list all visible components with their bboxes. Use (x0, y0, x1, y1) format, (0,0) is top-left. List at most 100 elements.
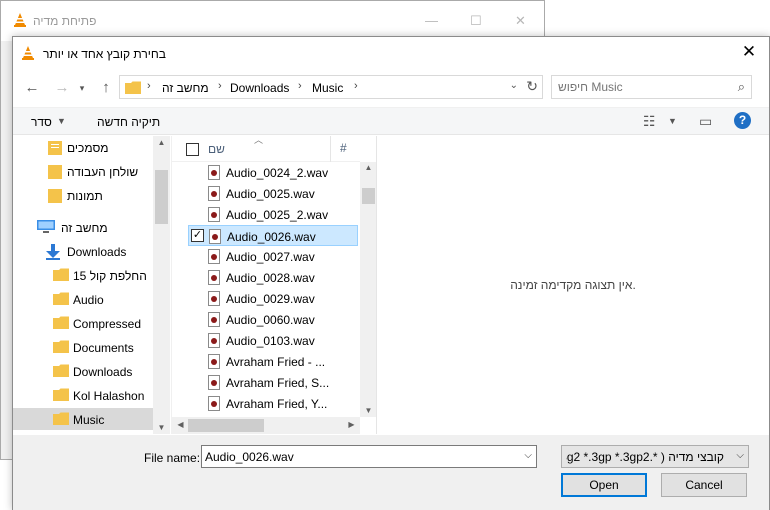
download-arrow-icon (45, 244, 61, 263)
column-divider[interactable] (330, 136, 331, 162)
file-row[interactable]: Audio_0028.wav (188, 267, 358, 288)
file-row[interactable]: Audio_0103.wav (188, 330, 358, 351)
help-icon[interactable]: ? (734, 112, 751, 129)
view-options-chevron-icon[interactable]: ▼ (668, 116, 677, 126)
file-name: Audio_0029.wav (226, 292, 315, 306)
file-row[interactable]: ✓ Audio_0026.wav (188, 225, 358, 246)
scroll-left-arrow-icon[interactable]: ◀ (172, 420, 189, 429)
dialog-close-icon[interactable]: ✕ (739, 42, 759, 62)
scroll-right-arrow-icon[interactable]: ▶ (343, 420, 360, 429)
file-name: Audio_0028.wav (226, 271, 315, 285)
select-all-checkbox[interactable] (186, 143, 199, 156)
file-row[interactable]: Audio_0024_2.wav (188, 162, 358, 183)
file-row[interactable]: Avraham Fried, S... (188, 372, 358, 393)
nav-item-compressed[interactable]: Compressed (51, 312, 191, 334)
audio-file-icon (208, 207, 220, 222)
preview-pane-icon[interactable]: ▭ (699, 113, 712, 130)
file-list-header: ︿ שם # (172, 135, 360, 162)
back-arrow-icon[interactable]: ← (23, 79, 41, 96)
audio-file-icon (208, 186, 220, 201)
recent-locations-chevron-icon[interactable]: ▾ (73, 83, 91, 94)
file-type-select[interactable]: קובצי מדיה ( *.3g2 *.3gp *.3gp2 ⌵ (561, 445, 749, 468)
folder-icon (53, 292, 69, 308)
background-window-title: פתיחת מדיה (33, 14, 97, 28)
scrollbar-thumb[interactable] (155, 170, 168, 224)
audio-file-icon (209, 229, 221, 244)
breadcrumb-music[interactable]: Music (312, 81, 343, 95)
file-name-input[interactable] (205, 449, 505, 465)
organize-button[interactable]: סדר (31, 115, 52, 129)
breadcrumb-this-pc[interactable]: מחשב זה (162, 81, 209, 95)
cancel-button[interactable]: Cancel (661, 473, 747, 497)
refresh-icon[interactable]: ↻ (526, 78, 538, 95)
file-row[interactable]: Audio_0027.wav (188, 246, 358, 267)
audio-file-icon (208, 291, 220, 306)
row-checkbox[interactable]: ✓ (191, 229, 204, 242)
file-row[interactable]: Avraham Fried, Y... (188, 393, 358, 414)
scrollbar-thumb[interactable] (362, 188, 375, 204)
audio-file-icon (208, 270, 220, 285)
file-name: Audio_0103.wav (226, 334, 315, 348)
forward-arrow-icon[interactable]: → (53, 79, 71, 96)
breadcrumb-separator-icon[interactable]: › (147, 80, 151, 92)
breadcrumb-separator-icon[interactable]: › (354, 80, 358, 92)
file-name-combobox[interactable]: ⌵ (201, 445, 537, 468)
folder-icon (53, 364, 69, 380)
organize-chevron-icon[interactable]: ▼ (57, 116, 66, 126)
file-type-selected-value: קובצי מדיה ( *.3g2 *.3gp *.3gp2 (566, 450, 724, 464)
audio-file-icon (208, 396, 220, 411)
folder-icon (53, 316, 69, 332)
search-input[interactable] (558, 79, 728, 95)
nav-item-kol-halashon[interactable]: Kol Halashon (51, 384, 191, 406)
column-header-number[interactable]: # (340, 141, 347, 155)
breadcrumb-separator-icon[interactable]: › (218, 80, 222, 92)
maximize-icon[interactable]: ☐ (470, 13, 482, 29)
breadcrumb-downloads[interactable]: Downloads (230, 81, 289, 95)
search-box[interactable]: ⌕ (551, 75, 752, 99)
open-button[interactable]: Open (561, 473, 647, 497)
scroll-up-arrow-icon[interactable]: ▲ (360, 163, 377, 172)
file-name: Audio_0024_2.wav (226, 166, 329, 180)
address-history-chevron-icon[interactable]: ⌄ (510, 80, 518, 91)
scroll-up-arrow-icon[interactable]: ▲ (153, 138, 170, 147)
nav-item-audio[interactable]: Audio (51, 288, 191, 310)
close-icon[interactable]: ✕ (515, 13, 526, 29)
scrollbar-thumb[interactable] (188, 419, 264, 432)
nav-item-documents-folder[interactable]: Documents (51, 336, 191, 358)
file-open-dialog: בחירת קובץ אחד או יותר ✕ ← → ▾ ↑ › מחשב … (12, 36, 770, 510)
file-name: Audio_0026.wav (227, 230, 316, 244)
folder-icon (53, 388, 69, 404)
file-row[interactable]: Avraham Fried - ... (188, 351, 358, 372)
file-name: Audio_0025_2.wav (226, 208, 329, 222)
command-toolbar: סדר ▼ תיקיה חדשה ☷ ▼ ▭ ? (13, 107, 769, 135)
scroll-down-arrow-icon[interactable]: ▼ (153, 423, 170, 432)
file-list-scrollbar[interactable]: ▲ ▼ (360, 162, 377, 417)
file-row[interactable]: Audio_0025_2.wav (188, 204, 358, 225)
file-row[interactable]: Audio_0025.wav (188, 183, 358, 204)
folder-icon (48, 140, 62, 158)
preview-pane: אין תצוגה מקדימה זמינה. (376, 136, 769, 434)
nav-item-voice-change-15[interactable]: החלפת קול 15 (51, 264, 191, 286)
search-icon[interactable]: ⌕ (738, 79, 745, 95)
folder-icon (125, 81, 141, 97)
computer-icon (37, 220, 55, 237)
file-row[interactable]: Audio_0060.wav (188, 309, 358, 330)
nav-pane-scrollbar[interactable]: ▲ ▼ (153, 136, 170, 434)
nav-item-music[interactable]: Music (13, 408, 153, 430)
scroll-down-arrow-icon[interactable]: ▼ (360, 406, 377, 415)
address-bar[interactable]: › מחשב זה › Downloads › Music › ⌄ ↻ (119, 75, 543, 99)
view-details-icon[interactable]: ☷ (643, 113, 656, 130)
chevron-down-icon[interactable]: ⌵ (524, 450, 532, 461)
dialog-titlebar: בחירת קובץ אחד או יותר ✕ (13, 37, 769, 69)
file-row[interactable]: Audio_0029.wav (188, 288, 358, 309)
file-list-horizontal-scrollbar[interactable]: ◀ ▶ (172, 417, 360, 434)
audio-file-icon (208, 249, 220, 264)
nav-item-downloads-folder[interactable]: Downloads (51, 360, 191, 382)
chevron-down-icon[interactable]: ⌵ (736, 450, 744, 461)
column-header-name[interactable]: שם (208, 142, 225, 156)
up-arrow-icon[interactable]: ↑ (97, 79, 115, 96)
breadcrumb-separator-icon[interactable]: › (298, 80, 302, 92)
minimize-icon[interactable]: — (425, 13, 438, 28)
dialog-footer: File name: ⌵ קובצי מדיה ( *.3g2 *.3gp *.… (13, 435, 769, 510)
new-folder-button[interactable]: תיקיה חדשה (97, 115, 160, 129)
